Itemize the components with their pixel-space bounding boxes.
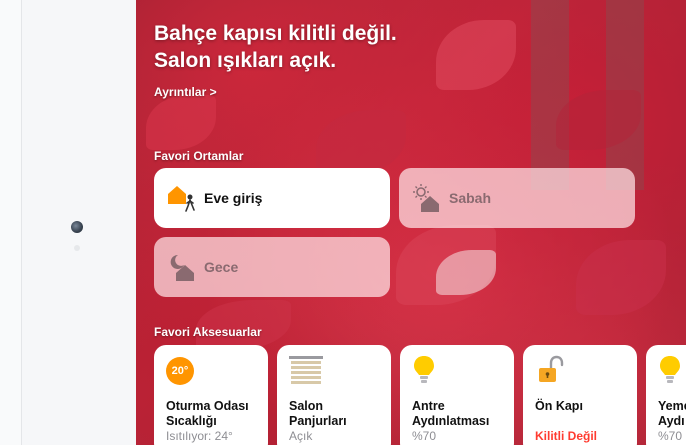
accessory-name-line-2: Sıcaklığı <box>166 414 217 428</box>
accessory-name-line-1: Yeme <box>658 399 686 413</box>
scene-sabah[interactable]: Sabah <box>399 168 635 228</box>
device-bezel <box>0 0 136 445</box>
ivy-leaf <box>146 95 216 150</box>
lightbulb-icon <box>412 355 442 385</box>
scene-label: Sabah <box>449 190 492 206</box>
accessory-status: Açık <box>289 429 313 443</box>
accessory-oturma-odasi-sicakligi[interactable]: 20° Oturma Odası Sıcaklığı Isıtılıyor: 2… <box>154 345 268 445</box>
house-moon-icon <box>166 251 198 283</box>
bezel-edge <box>0 0 22 445</box>
headline-line-2: Salon ışıkları açık. <box>154 49 337 72</box>
ivy-leaf <box>316 110 406 175</box>
thermostat-icon: 20° <box>166 355 196 385</box>
accessory-name-line-1: Antre <box>412 399 445 413</box>
house-person-icon <box>166 182 198 214</box>
details-link[interactable]: Ayrıntılar > <box>154 85 217 99</box>
wall-plank <box>531 0 569 190</box>
ivy-leaf <box>436 20 516 90</box>
accessory-name-line-2: Panjurları <box>289 414 347 428</box>
house-sunrise-icon <box>411 182 443 214</box>
accessory-status: Kilitli Değil <box>535 429 598 443</box>
accessory-name-line-2: Aydınlatması <box>412 414 490 428</box>
scene-eve-giris[interactable]: Eve giriş <box>154 168 390 228</box>
lightbulb-icon <box>658 355 686 385</box>
accessory-name-line-1: Salon <box>289 399 324 413</box>
accessory-name-line-1: Ön Kapı <box>535 399 583 413</box>
accessory-yemek-aydinlatmasi[interactable]: Yeme Aydı %70 <box>646 345 686 445</box>
blinds-icon <box>289 355 323 385</box>
favorite-accessories-title: Favori Aksesuarlar <box>154 325 262 339</box>
accessory-status: %70 <box>658 429 683 443</box>
temperature-badge: 20° <box>166 357 194 385</box>
accessory-status: Isıtılıyor: 24° <box>166 429 233 443</box>
unlocked-lock-icon <box>535 355 565 385</box>
accessory-status: %70 <box>412 429 437 443</box>
home-screen: Bahçe kapısı kilitli değil. Salon ışıkla… <box>136 0 686 445</box>
headline-line-1: Bahçe kapısı kilitli değil. <box>154 22 397 45</box>
accessory-name-line-1: Oturma Odası <box>166 399 249 413</box>
accessory-antre-aydinlatmasi[interactable]: Antre Aydınlatması %70 <box>400 345 514 445</box>
accessory-name-line-2 <box>535 414 625 429</box>
ivy-leaf <box>576 240 666 315</box>
scene-label: Gece <box>204 259 239 275</box>
accessory-on-kapi[interactable]: Ön Kapı Kilitli Değil <box>523 345 637 445</box>
accessory-salon-panjurlari[interactable]: Salon Panjurları Açık <box>277 345 391 445</box>
accessory-name-line-2: Aydı <box>658 414 685 428</box>
scene-label: Eve giriş <box>204 190 263 206</box>
status-headline: Bahçe kapısı kilitli değil. Salon ışıkla… <box>154 20 397 74</box>
favorite-scenes-title: Favori Ortamlar <box>154 149 244 163</box>
scene-gece[interactable]: Gece <box>154 237 390 297</box>
front-camera <box>71 221 83 233</box>
ambient-sensor <box>74 245 80 251</box>
